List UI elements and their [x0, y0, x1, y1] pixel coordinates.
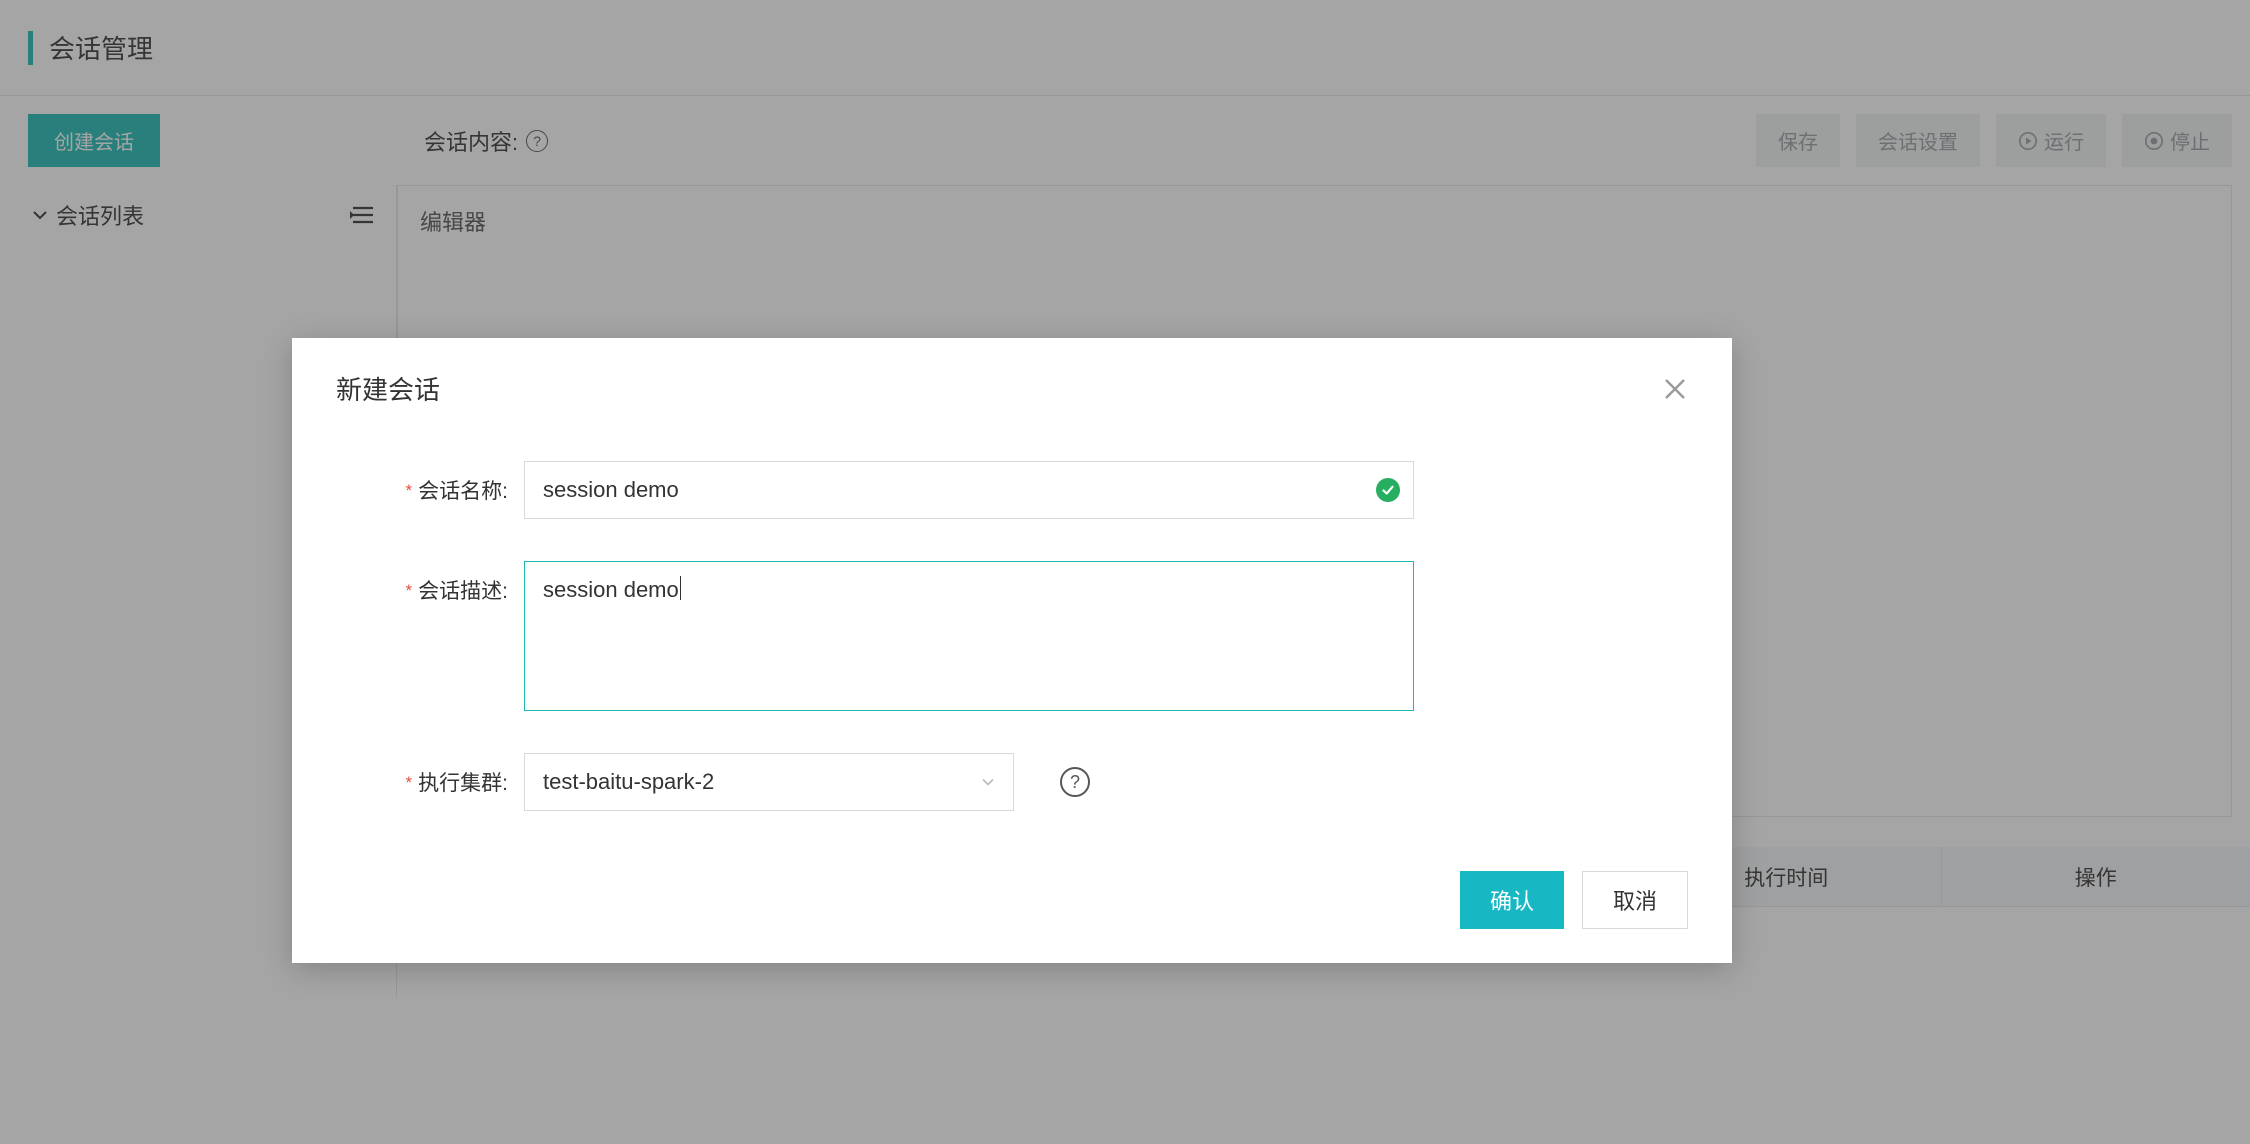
cluster-select-value: test-baitu-spark-2: [543, 769, 714, 794]
cluster-help-icon[interactable]: ?: [1060, 767, 1090, 797]
session-desc-input[interactable]: session demo: [524, 561, 1414, 711]
session-desc-value: session demo: [543, 577, 679, 602]
create-session-modal: 新建会话 * 会话名称: * 会话描述:: [292, 338, 1732, 963]
cluster-select[interactable]: test-baitu-spark-2: [524, 753, 1014, 811]
close-icon[interactable]: [1662, 376, 1688, 402]
session-desc-label: 会话描述:: [418, 580, 508, 603]
cluster-label: 执行集群:: [418, 772, 508, 795]
required-asterisk: *: [406, 773, 413, 792]
required-asterisk: *: [406, 581, 413, 600]
valid-check-icon: [1376, 478, 1400, 502]
modal-title: 新建会话: [336, 370, 440, 407]
session-name-label: 会话名称:: [418, 480, 508, 503]
confirm-button[interactable]: 确认: [1460, 871, 1564, 929]
session-name-input[interactable]: [524, 461, 1414, 519]
required-asterisk: *: [406, 481, 413, 500]
cancel-button[interactable]: 取消: [1582, 871, 1688, 929]
text-cursor: [680, 576, 681, 600]
